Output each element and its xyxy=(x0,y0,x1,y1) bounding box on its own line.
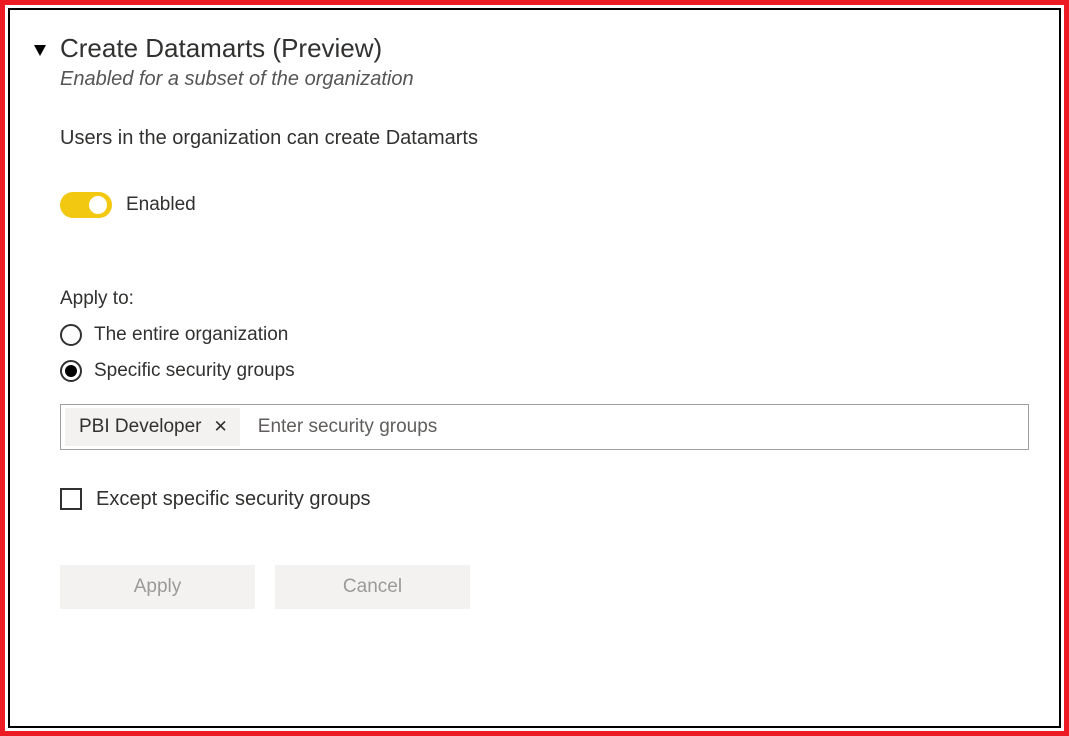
radio-label: The entire organization xyxy=(94,324,288,346)
apply-to-label: Apply to: xyxy=(60,288,1029,310)
radio-specific-security-groups[interactable]: Specific security groups xyxy=(60,360,1029,382)
cancel-button[interactable]: Cancel xyxy=(275,565,470,609)
setting-title: Create Datamarts (Preview) xyxy=(60,32,1029,66)
security-groups-input[interactable]: PBI Developer ✕ xyxy=(60,404,1029,450)
toggle-knob xyxy=(89,196,107,214)
chip-remove-icon[interactable]: ✕ xyxy=(212,417,230,437)
setting-description: Users in the organization can create Dat… xyxy=(60,127,1029,150)
except-groups-checkbox-row[interactable]: Except specific security groups xyxy=(60,488,1029,511)
apply-button[interactable]: Apply xyxy=(60,565,255,609)
except-groups-label: Except specific security groups xyxy=(96,488,371,511)
radio-icon xyxy=(60,324,82,346)
radio-label: Specific security groups xyxy=(94,360,295,382)
security-groups-field[interactable] xyxy=(244,405,1028,449)
highlight-frame: Create Datamarts (Preview) Enabled for a… xyxy=(0,0,1069,736)
enabled-toggle[interactable] xyxy=(60,192,112,218)
checkbox-icon xyxy=(60,488,82,510)
apply-to-radio-group: The entire organization Specific securit… xyxy=(60,324,1029,382)
security-group-chip: PBI Developer ✕ xyxy=(65,408,240,446)
enabled-toggle-label: Enabled xyxy=(126,194,196,216)
chip-label: PBI Developer xyxy=(79,416,202,438)
setting-subtitle: Enabled for a subset of the organization xyxy=(60,68,1029,91)
radio-icon xyxy=(60,360,82,382)
radio-entire-organization[interactable]: The entire organization xyxy=(60,324,1029,346)
settings-panel: Create Datamarts (Preview) Enabled for a… xyxy=(8,8,1061,728)
collapse-caret-icon[interactable] xyxy=(34,45,46,56)
